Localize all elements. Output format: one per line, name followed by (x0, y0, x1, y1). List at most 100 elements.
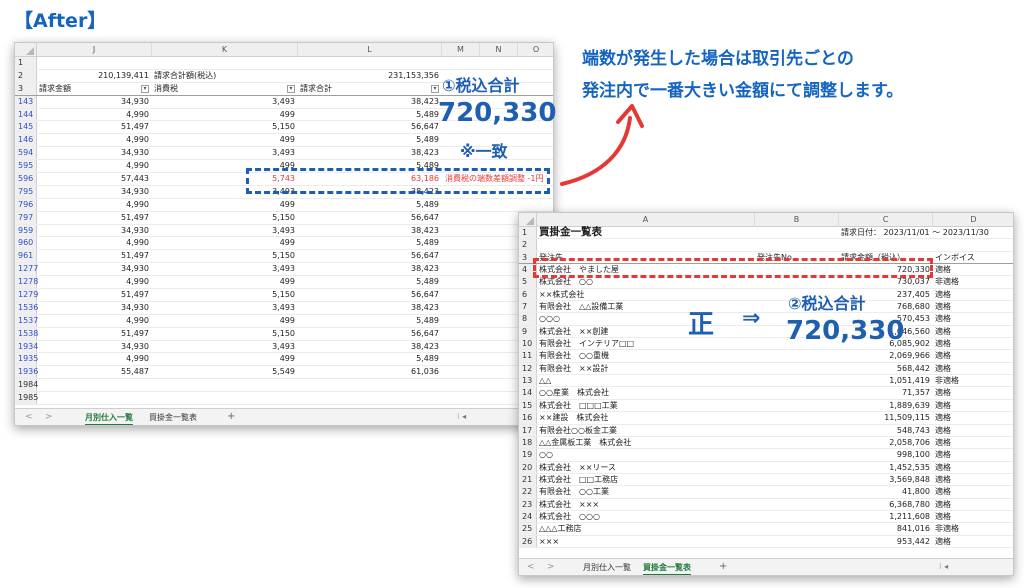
row-number[interactable]: 26 (519, 535, 537, 547)
cell-tax[interactable]: 3,493 (152, 96, 298, 108)
row-number[interactable]: 5 (519, 276, 537, 288)
row-number[interactable]: 1936 (15, 366, 38, 379)
cell-invoice-status[interactable]: 適格 (933, 400, 1013, 411)
row-number[interactable]: 796 (15, 198, 37, 211)
row-number[interactable]: 14 (519, 387, 537, 399)
cell-amount[interactable]: 34,930 (37, 147, 152, 159)
cell-amount[interactable]: 55,487 (37, 366, 152, 378)
row-number[interactable]: 1985 (15, 392, 38, 405)
row-number[interactable]: 1536 (15, 301, 38, 314)
cell-billed-amount[interactable]: 6,368,780 (839, 499, 933, 510)
cell-invoice-status[interactable]: 適格 (933, 449, 1013, 460)
cell-total[interactable]: 56,647 (298, 250, 442, 262)
cell-invoice-status[interactable]: 適格 (933, 425, 1013, 436)
cell-invoice-status[interactable]: 適格 (933, 363, 1013, 374)
cell-billed-amount[interactable]: 841,016 (839, 523, 933, 534)
cell-invoice-status[interactable]: 適格 (933, 387, 1013, 398)
cell-billed-amount[interactable]: 3,569,848 (839, 474, 933, 485)
tab-prev-button[interactable]: < (25, 412, 33, 422)
cell-billed-amount[interactable]: 730,037 (839, 276, 933, 287)
cell-amount[interactable]: 51,497 (37, 121, 152, 133)
column-header-c[interactable]: C (839, 213, 933, 227)
row-number[interactable]: 3 (15, 82, 37, 95)
row-number[interactable]: 1934 (15, 340, 38, 353)
row-number[interactable]: 19 (519, 449, 537, 461)
cell-amount[interactable]: 4,990 (37, 315, 152, 327)
column-header-d[interactable]: D (933, 213, 1013, 227)
cell-tax[interactable]: 5,150 (152, 212, 298, 224)
cell-billed-amount[interactable]: 1,051,419 (839, 375, 933, 386)
cell-tax[interactable]: 3,493 (152, 341, 298, 353)
row-number[interactable]: 594 (15, 147, 37, 160)
cell-amount[interactable]: 4,990 (37, 237, 152, 249)
row-number[interactable]: 143 (15, 95, 37, 108)
row-number[interactable]: 596 (15, 173, 37, 185)
cell-supplier[interactable]: 株式会社 ××リース (537, 462, 755, 473)
tab-accounts-payable[interactable]: 買掛金一覧表 (643, 562, 691, 575)
tab-monthly-purchases[interactable]: 月別仕入一覧 (85, 412, 133, 425)
cell-supplier[interactable]: ○○産業 株式会社 (537, 387, 755, 398)
row-number[interactable]: 11 (519, 350, 537, 362)
cell-total[interactable] (298, 379, 442, 391)
row-number[interactable]: 146 (15, 134, 37, 147)
cell-amount[interactable]: 51,497 (37, 289, 152, 301)
cell-invoice-status[interactable]: 適格 (933, 301, 1013, 312)
select-all-corner[interactable] (519, 213, 537, 227)
cell-total[interactable]: 61,036 (298, 366, 442, 378)
row-number[interactable]: 144 (15, 108, 37, 121)
column-header-b[interactable]: B (755, 213, 839, 227)
tab-accounts-payable[interactable]: 買掛金一覧表 (149, 412, 197, 423)
cell-invoice-status[interactable]: 非適格 (933, 276, 1013, 287)
cell-billed-amount[interactable]: 71,357 (839, 387, 933, 398)
cell-billed-amount[interactable]: 1,452,535 (839, 462, 933, 473)
cell-amount[interactable] (37, 379, 152, 391)
cell-amount[interactable]: 34,930 (37, 186, 152, 198)
row-number[interactable]: 961 (15, 250, 37, 263)
row-number[interactable]: 2 (519, 239, 537, 251)
column-title-invoice[interactable]: インボイス (933, 252, 1013, 263)
cell-invoice-status[interactable]: 適格 (933, 474, 1013, 485)
cell-billed-amount[interactable]: 2,069,966 (839, 350, 933, 361)
cell-invoice-status[interactable]: 適格 (933, 462, 1013, 473)
cell-amount[interactable]: 51,497 (37, 212, 152, 224)
cell-tax[interactable]: 3,493 (152, 302, 298, 314)
cell-supplier[interactable]: ××× (537, 536, 755, 547)
cell-supplier[interactable]: 株式会社 ○○ (537, 276, 755, 287)
cell-billed-amount[interactable]: 1,889,639 (839, 400, 933, 411)
cell-amount[interactable]: 4,990 (37, 134, 152, 146)
cell-amount[interactable]: 4,990 (37, 276, 152, 288)
cell-tax[interactable]: 499 (152, 237, 298, 249)
cell-total[interactable]: 5,489 (298, 353, 442, 365)
cell-tax[interactable]: 5,150 (152, 328, 298, 340)
cell-supplier[interactable]: 有限会社 △△設備工業 (537, 301, 755, 312)
tab-next-button[interactable]: > (45, 412, 53, 422)
cell-total[interactable]: 5,489 (298, 199, 442, 211)
cell-total[interactable]: 38,423 (298, 225, 442, 237)
filter-dropdown-icon[interactable]: ▾ (141, 84, 149, 93)
cell-purchase-total[interactable]: 210,139,411 (37, 70, 152, 82)
cell-supplier[interactable]: 株式会社 ××× (537, 499, 755, 510)
cell-amount[interactable]: 4,990 (37, 109, 152, 121)
cell-billed-amount[interactable]: 548,743 (839, 425, 933, 436)
cell-total[interactable]: 38,423 (298, 96, 442, 108)
row-number[interactable]: 595 (15, 160, 37, 173)
cell-tax[interactable]: 3,493 (152, 147, 298, 159)
row-number[interactable]: 24 (519, 510, 537, 523)
tab-next-button[interactable]: > (547, 562, 555, 572)
column-title-amount[interactable]: 請求金額 ▾ (37, 83, 152, 95)
cell-total[interactable] (298, 392, 442, 404)
cell-invoice-status[interactable]: 非適格 (933, 523, 1013, 534)
row-number[interactable]: 9 (519, 325, 537, 338)
cell-supplier[interactable]: 株式会社 ××創建 (537, 326, 755, 337)
row-number[interactable]: 16 (519, 412, 537, 424)
cell-tax[interactable]: 5,549 (152, 366, 298, 378)
row-number[interactable]: 21 (519, 473, 537, 486)
cell-billed-amount[interactable]: 998,100 (839, 449, 933, 460)
row-number[interactable]: 145 (15, 121, 37, 134)
cell-supplier[interactable]: 有限会社 ××設計 (537, 363, 755, 374)
cell-amount[interactable]: 4,990 (37, 160, 152, 172)
cell-tax[interactable]: 499 (152, 134, 298, 146)
cell-total[interactable]: 56,647 (298, 328, 442, 340)
cell-total-label[interactable]: 請求合計額(税込) (152, 70, 298, 82)
cell-tax[interactable] (152, 392, 298, 404)
